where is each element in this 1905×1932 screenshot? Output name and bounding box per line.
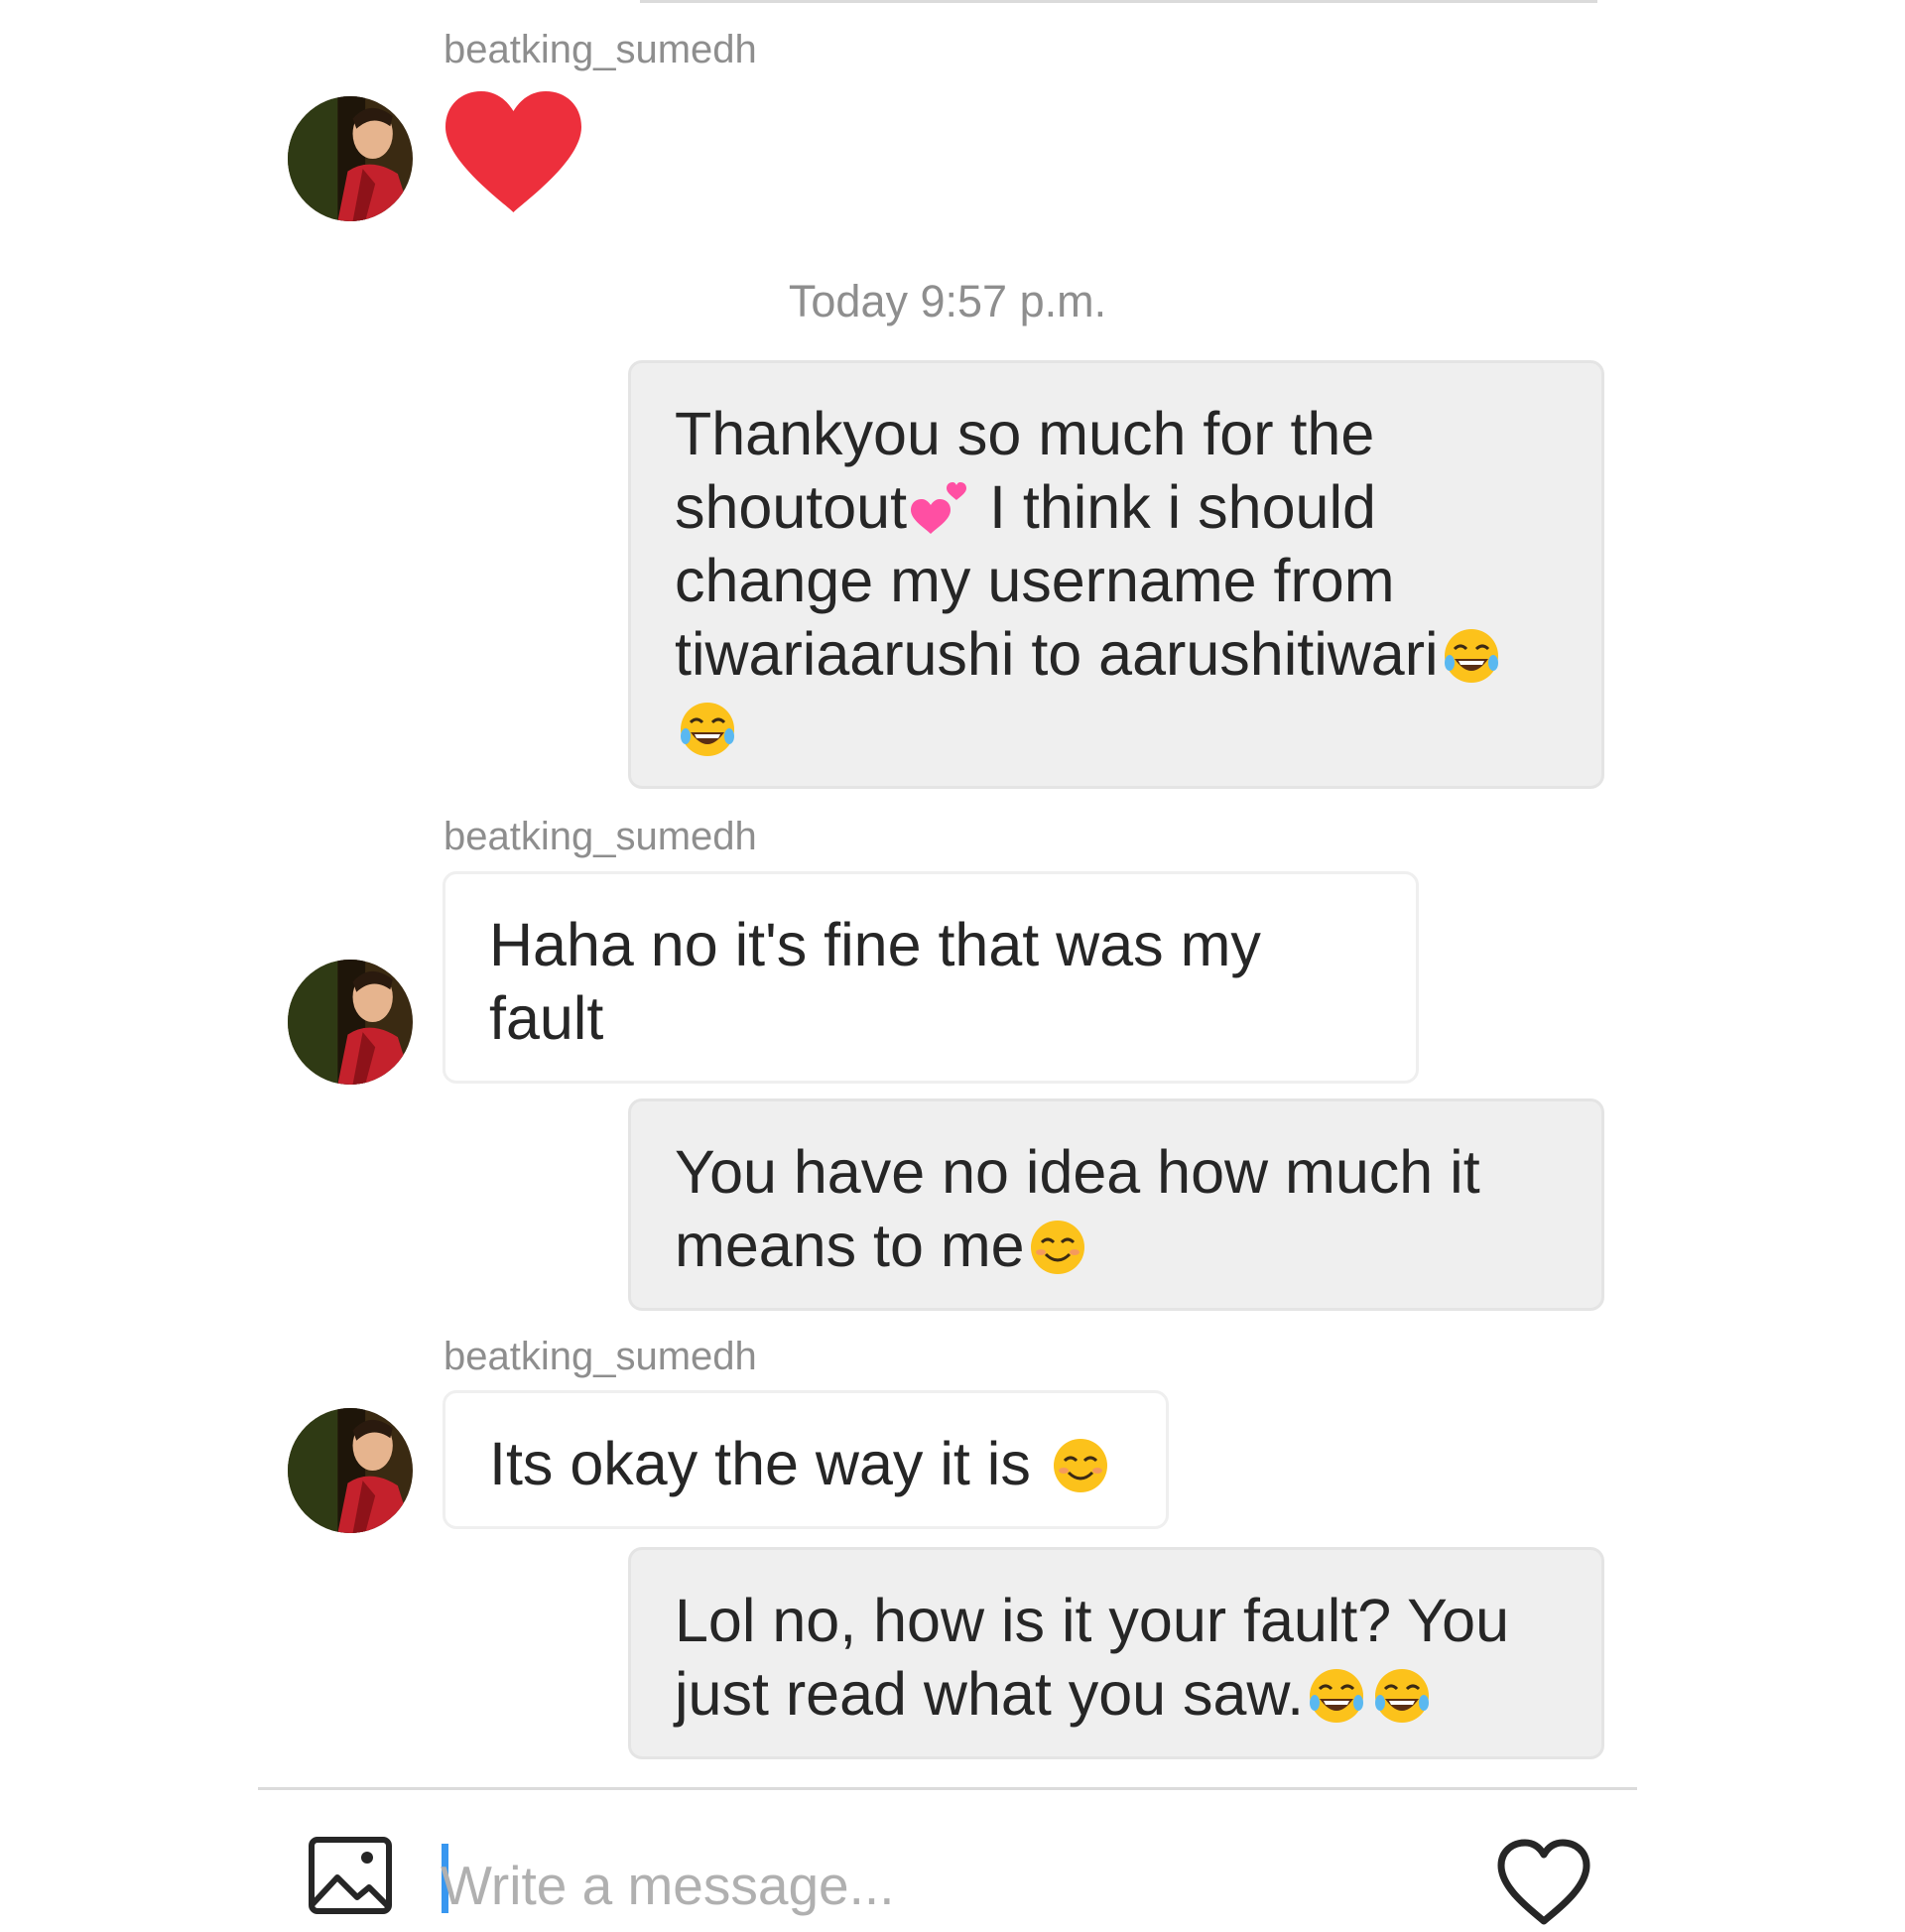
sent-message-bubble[interactable]: You have no idea how much it means to me	[628, 1098, 1604, 1311]
two-hearts-emoji-icon	[909, 478, 970, 540]
top-divider	[640, 0, 1597, 3]
heart-outline-icon[interactable]	[1496, 1838, 1591, 1927]
message-line: shoutout I think i should	[675, 473, 1376, 541]
smiling-face-emoji-icon	[1027, 1217, 1088, 1278]
message-line: You have no idea how much it	[675, 1138, 1480, 1206]
received-message-bubble[interactable]: Its okay the way it is	[443, 1390, 1169, 1529]
avatar[interactable]	[288, 96, 413, 221]
timestamp-divider: Today 9:57 p.m.	[788, 276, 1107, 326]
message-input[interactable]	[441, 1846, 1433, 1925]
message-line: tiwariaarushi to aarushitiwari	[675, 617, 1558, 691]
sender-name: beatking_sumedh	[444, 1335, 757, 1378]
received-message-bubble[interactable]: Haha no it's fine that was my fault	[443, 871, 1419, 1084]
message-line: Its okay the way it is	[489, 1427, 1122, 1500]
message-line	[675, 691, 1558, 764]
message-line: means to me	[675, 1209, 1558, 1282]
tears-of-joy-emoji-icon	[1371, 1665, 1433, 1727]
tears-of-joy-emoji-icon	[1306, 1665, 1367, 1727]
message-line: Thankyou so much for the	[675, 400, 1375, 467]
tears-of-joy-emoji-icon	[677, 699, 738, 760]
sent-message-bubble[interactable]: Lol no, how is it your fault? You just r…	[628, 1547, 1604, 1759]
avatar[interactable]	[288, 960, 413, 1085]
sender-name: beatking_sumedh	[444, 815, 757, 858]
message-line: fault	[489, 984, 604, 1052]
message-line: Haha no it's fine that was my	[489, 911, 1261, 978]
message-line: just read what you saw.	[675, 1657, 1558, 1731]
sender-name: beatking_sumedh	[444, 28, 757, 71]
sent-message-bubble[interactable]: Thankyou so much for the shoutout I thin…	[628, 360, 1604, 789]
liked-heart-icon	[442, 87, 585, 216]
image-gallery-icon[interactable]	[308, 1836, 393, 1915]
message-line: change my username from	[675, 547, 1395, 614]
avatar[interactable]	[288, 1408, 413, 1533]
composer-divider	[258, 1787, 1637, 1790]
smiling-face-emoji-icon	[1050, 1435, 1111, 1496]
tears-of-joy-emoji-icon	[1441, 625, 1502, 687]
message-line: Lol no, how is it your fault? You	[675, 1587, 1510, 1654]
